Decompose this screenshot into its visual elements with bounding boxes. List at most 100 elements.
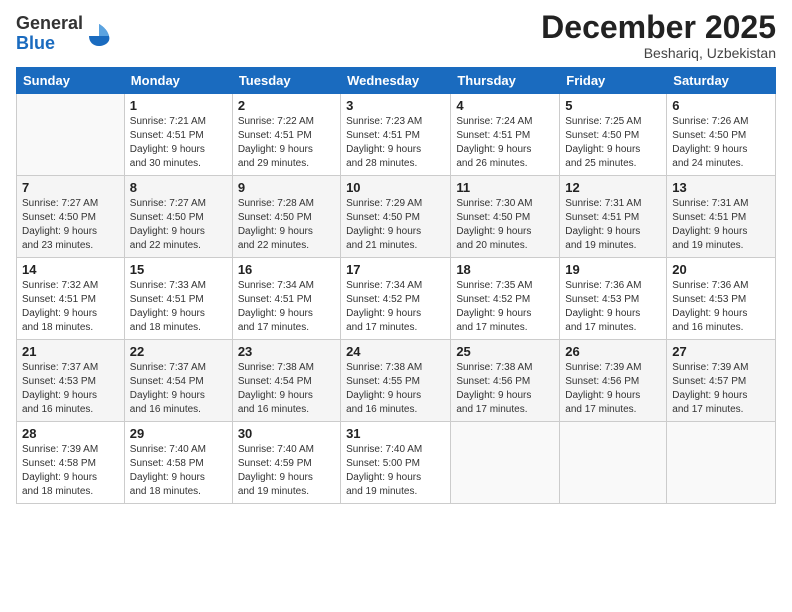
col-wednesday: Wednesday [341,68,451,94]
calendar-cell: 16Sunrise: 7:34 AMSunset: 4:51 PMDayligh… [232,258,340,340]
calendar-header-row: Sunday Monday Tuesday Wednesday Thursday… [17,68,776,94]
day-number: 21 [22,344,119,359]
day-info: Sunrise: 7:40 AMSunset: 4:58 PMDaylight:… [130,443,227,499]
calendar-cell: 23 Sunrise: 7:38 AMSunset: 4:54 PMDayligh… [232,340,340,422]
day-number: 18 [456,262,554,277]
day-info: Sunrise: 7:36 AMSunset: 4:53 PMDaylight:… [672,279,770,335]
title-block: December 2025 Beshariq, Uzbekistan [541,10,776,61]
calendar-cell: 29Sunrise: 7:40 AMSunset: 4:58 PMDayligh… [124,422,232,504]
calendar-cell: 1 Sunrise: 7:21 AMSunset: 4:51 PMDaylight… [124,94,232,176]
day-number: 22 [130,344,227,359]
calendar-cell: 14 Sunrise: 7:32 AMSunset: 4:51 PMDayligh… [17,258,125,340]
day-number: 14 [22,262,119,277]
calendar-cell: 12 Sunrise: 7:31 AMSunset: 4:51 PMDayligh… [560,176,667,258]
day-info: Sunrise: 7:32 AMSunset: 4:51 PMDaylight:… [22,279,119,335]
calendar-cell [560,422,667,504]
calendar-cell: 9Sunrise: 7:28 AMSunset: 4:50 PMDaylight… [232,176,340,258]
day-number: 20 [672,262,770,277]
day-number: 27 [672,344,770,359]
day-info: Sunrise: 7:21 AMSunset: 4:51 PMDaylight:… [130,115,227,171]
calendar-cell: 20 Sunrise: 7:36 AMSunset: 4:53 PMDayligh… [667,258,776,340]
month-title: December 2025 [541,10,776,45]
calendar-cell: 25 Sunrise: 7:38 AMSunset: 4:56 PMDayligh… [451,340,560,422]
calendar-cell: 15Sunrise: 7:33 AMSunset: 4:51 PMDayligh… [124,258,232,340]
day-info: Sunrise: 7:37 AMSunset: 4:53 PMDaylight:… [22,361,119,417]
day-info: Sunrise: 7:38 AMSunset: 4:54 PMDaylight:… [238,361,335,417]
calendar-cell: 10 Sunrise: 7:29 AMSunset: 4:50 PMDayligh… [341,176,451,258]
logo: General Blue [16,14,113,54]
day-number: 24 [346,344,445,359]
day-info: Sunrise: 7:39 AMSunset: 4:57 PMDaylight:… [672,361,770,417]
calendar-cell: 28Sunrise: 7:39 AMSunset: 4:58 PMDayligh… [17,422,125,504]
day-info: Sunrise: 7:29 AMSunset: 4:50 PMDaylight:… [346,197,445,253]
calendar-cell: 21 Sunrise: 7:37 AMSunset: 4:53 PMDayligh… [17,340,125,422]
calendar-week-4: 21 Sunrise: 7:37 AMSunset: 4:53 PMDayligh… [17,340,776,422]
col-thursday: Thursday [451,68,560,94]
calendar-cell: 22 Sunrise: 7:37 AMSunset: 4:54 PMDayligh… [124,340,232,422]
page-container: General Blue December 2025 Beshariq, Uzb… [0,0,792,514]
col-friday: Friday [560,68,667,94]
day-info: Sunrise: 7:39 AMSunset: 4:56 PMDaylight:… [565,361,661,417]
day-number: 17 [346,262,445,277]
day-number: 3 [346,98,445,113]
day-info: Sunrise: 7:37 AMSunset: 4:54 PMDaylight:… [130,361,227,417]
day-number: 13 [672,180,770,195]
day-info: Sunrise: 7:24 AMSunset: 4:51 PMDaylight:… [456,115,554,171]
day-info: Sunrise: 7:34 AMSunset: 4:52 PMDaylight:… [346,279,445,335]
calendar-cell: 26 Sunrise: 7:39 AMSunset: 4:56 PMDayligh… [560,340,667,422]
calendar-table: Sunday Monday Tuesday Wednesday Thursday… [16,67,776,504]
calendar-cell: 24 Sunrise: 7:38 AMSunset: 4:55 PMDayligh… [341,340,451,422]
day-info: Sunrise: 7:38 AMSunset: 4:55 PMDaylight:… [346,361,445,417]
day-info: Sunrise: 7:22 AMSunset: 4:51 PMDaylight:… [238,115,335,171]
day-number: 1 [130,98,227,113]
day-number: 12 [565,180,661,195]
day-info: Sunrise: 7:35 AMSunset: 4:52 PMDaylight:… [456,279,554,335]
col-monday: Monday [124,68,232,94]
calendar-week-2: 7Sunrise: 7:27 AMSunset: 4:50 PMDaylight… [17,176,776,258]
day-info: Sunrise: 7:38 AMSunset: 4:56 PMDaylight:… [456,361,554,417]
day-info: Sunrise: 7:25 AMSunset: 4:50 PMDaylight:… [565,115,661,171]
day-number: 8 [130,180,227,195]
day-info: Sunrise: 7:31 AMSunset: 4:51 PMDaylight:… [565,197,661,253]
day-number: 9 [238,180,335,195]
calendar-cell: 11 Sunrise: 7:30 AMSunset: 4:50 PMDayligh… [451,176,560,258]
calendar-week-3: 14 Sunrise: 7:32 AMSunset: 4:51 PMDayligh… [17,258,776,340]
calendar-week-1: 1 Sunrise: 7:21 AMSunset: 4:51 PMDaylight… [17,94,776,176]
header: General Blue December 2025 Beshariq, Uzb… [16,10,776,61]
day-number: 4 [456,98,554,113]
day-info: Sunrise: 7:27 AMSunset: 4:50 PMDaylight:… [22,197,119,253]
calendar-cell: 17 Sunrise: 7:34 AMSunset: 4:52 PMDayligh… [341,258,451,340]
day-info: Sunrise: 7:34 AMSunset: 4:51 PMDaylight:… [238,279,335,335]
logo-general-text: General [16,13,83,33]
calendar-cell [451,422,560,504]
day-info: Sunrise: 7:33 AMSunset: 4:51 PMDaylight:… [130,279,227,335]
day-number: 2 [238,98,335,113]
day-number: 5 [565,98,661,113]
calendar-cell: 19Sunrise: 7:36 AMSunset: 4:53 PMDayligh… [560,258,667,340]
calendar-cell: 7Sunrise: 7:27 AMSunset: 4:50 PMDaylight… [17,176,125,258]
calendar-cell [17,94,125,176]
calendar-week-5: 28Sunrise: 7:39 AMSunset: 4:58 PMDayligh… [17,422,776,504]
calendar-cell: 30Sunrise: 7:40 AMSunset: 4:59 PMDayligh… [232,422,340,504]
day-info: Sunrise: 7:23 AMSunset: 4:51 PMDaylight:… [346,115,445,171]
logo-icon [85,20,113,48]
calendar-cell: 13Sunrise: 7:31 AMSunset: 4:51 PMDayligh… [667,176,776,258]
day-number: 31 [346,426,445,441]
day-info: Sunrise: 7:39 AMSunset: 4:58 PMDaylight:… [22,443,119,499]
col-sunday: Sunday [17,68,125,94]
day-info: Sunrise: 7:40 AMSunset: 4:59 PMDaylight:… [238,443,335,499]
logo-blue-text: Blue [16,33,55,53]
calendar-cell: 27 Sunrise: 7:39 AMSunset: 4:57 PMDayligh… [667,340,776,422]
day-number: 11 [456,180,554,195]
day-number: 25 [456,344,554,359]
calendar-cell: 3 Sunrise: 7:23 AMSunset: 4:51 PMDaylight… [341,94,451,176]
day-number: 26 [565,344,661,359]
calendar-cell: 5 Sunrise: 7:25 AMSunset: 4:50 PMDaylight… [560,94,667,176]
day-info: Sunrise: 7:30 AMSunset: 4:50 PMDaylight:… [456,197,554,253]
day-info: Sunrise: 7:27 AMSunset: 4:50 PMDaylight:… [130,197,227,253]
calendar-cell: 6Sunrise: 7:26 AMSunset: 4:50 PMDaylight… [667,94,776,176]
location: Beshariq, Uzbekistan [541,45,776,61]
day-number: 10 [346,180,445,195]
col-saturday: Saturday [667,68,776,94]
day-number: 23 [238,344,335,359]
